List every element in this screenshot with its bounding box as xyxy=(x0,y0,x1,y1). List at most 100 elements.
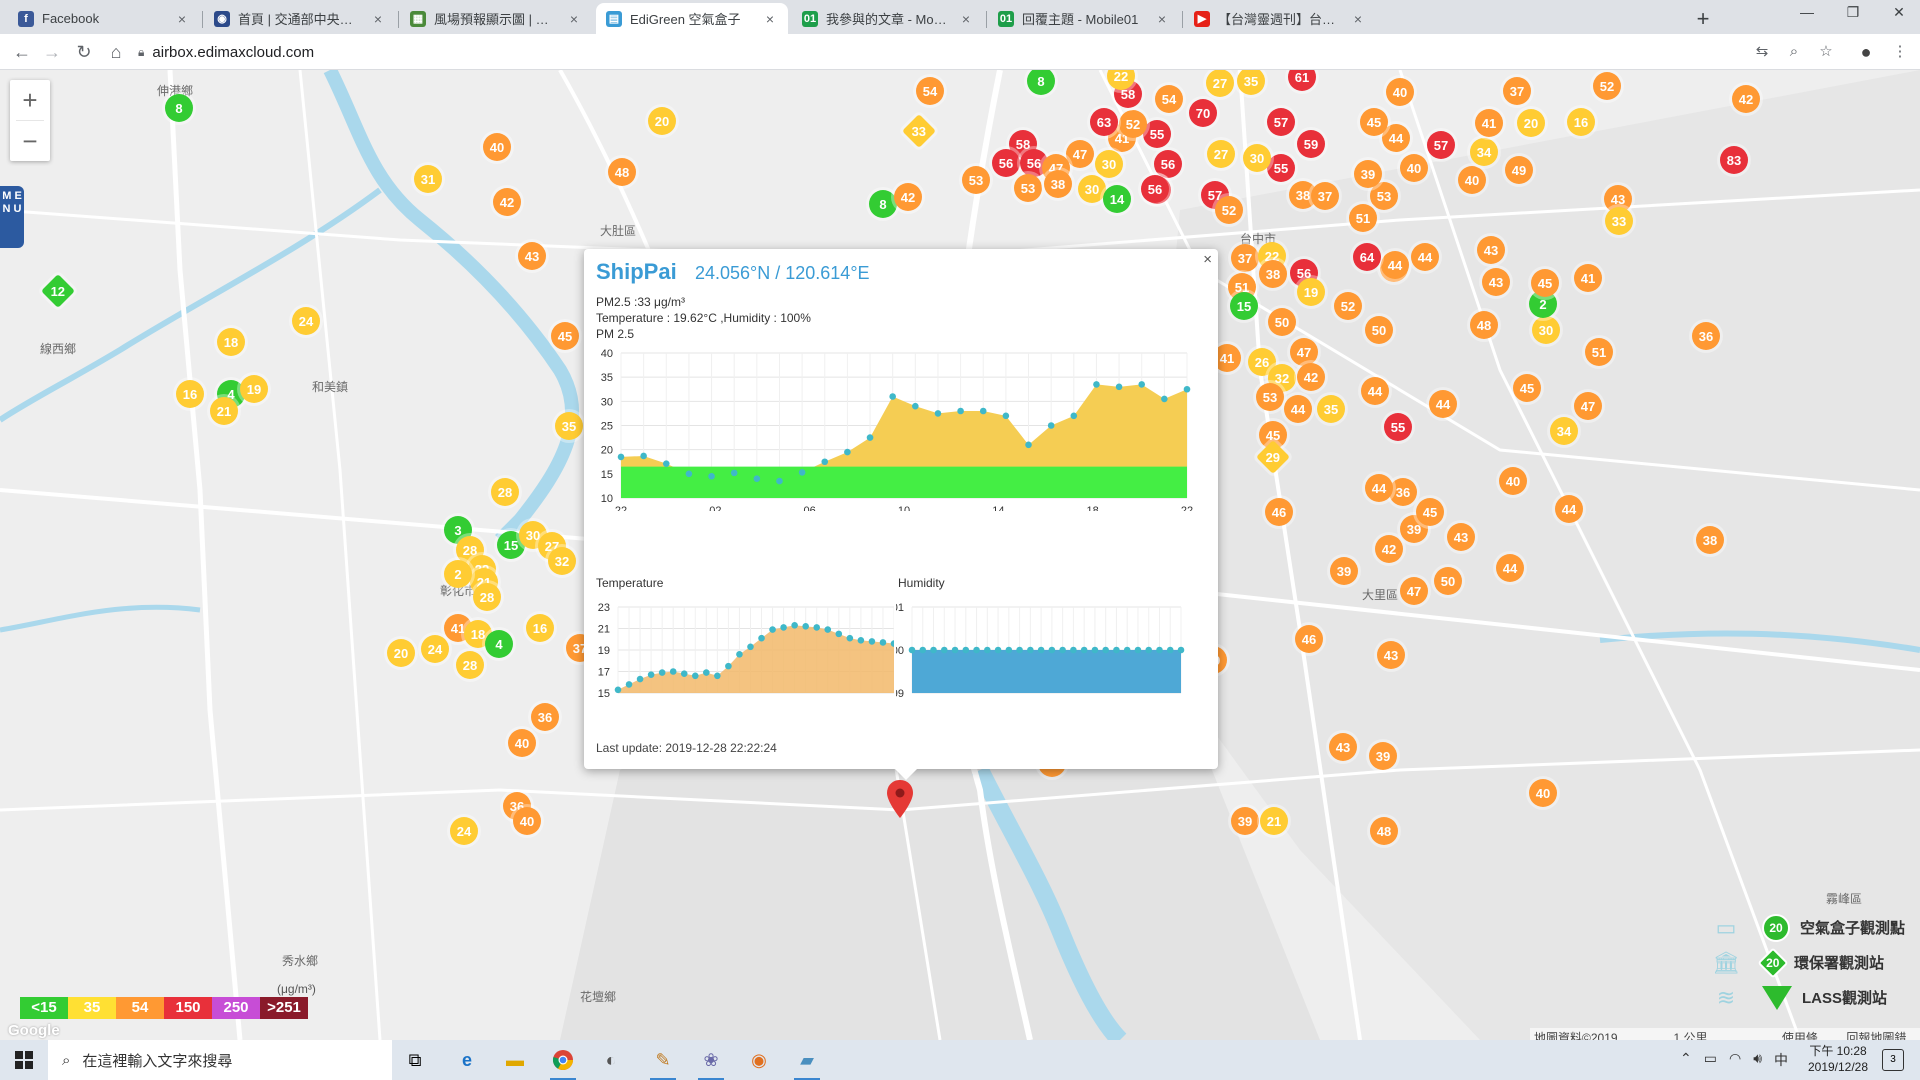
maximize-button[interactable]: ❐ xyxy=(1830,4,1876,26)
airbox-marker[interactable]: 36 xyxy=(531,703,559,731)
airbox-marker[interactable]: 56 xyxy=(992,149,1020,177)
airbox-marker[interactable]: 45 xyxy=(1360,108,1388,136)
airbox-marker[interactable]: 50 xyxy=(1365,316,1393,344)
tab-1[interactable]: ◉ 首頁 | 交通部中央氣象局 × xyxy=(204,3,396,34)
zoom-icon[interactable]: ⌕ xyxy=(1784,42,1804,62)
airbox-marker[interactable]: 45 xyxy=(1513,374,1541,402)
airbox-marker[interactable]: 20 xyxy=(1517,109,1545,137)
airbox-marker[interactable]: 34 xyxy=(1470,138,1498,166)
airbox-marker[interactable]: 48 xyxy=(608,158,636,186)
airbox-marker[interactable]: 55 xyxy=(1143,120,1171,148)
airbox-marker[interactable]: 42 xyxy=(1297,363,1325,391)
airbox-marker[interactable]: 63 xyxy=(1090,108,1118,136)
tab-close-icon[interactable]: × xyxy=(958,11,974,27)
airbox-marker[interactable]: 43 xyxy=(1377,641,1405,669)
airbox-marker[interactable]: 44 xyxy=(1381,251,1409,279)
airbox-marker[interactable]: 15 xyxy=(1230,292,1258,320)
airbox-marker[interactable]: 55 xyxy=(1384,413,1412,441)
airbox-marker[interactable]: 30 xyxy=(1532,316,1560,344)
tab-close-icon[interactable]: × xyxy=(566,11,582,27)
airbox-marker[interactable]: 30 xyxy=(1243,144,1271,172)
volume-icon[interactable]: 🔊︎ xyxy=(1753,1050,1762,1070)
taskbar-clock[interactable]: 下午 10:28 2019/12/28 xyxy=(1798,1043,1878,1075)
airbox-marker[interactable]: 59 xyxy=(1297,130,1325,158)
airbox-marker[interactable]: 42 xyxy=(894,183,922,211)
airbox-marker[interactable]: 16 xyxy=(526,614,554,642)
airbox-marker[interactable]: 32 xyxy=(548,547,576,575)
tab-5[interactable]: 01 回覆主題 - Mobile01 × xyxy=(988,3,1180,34)
file-explorer-icon[interactable]: ▬ xyxy=(500,1046,530,1074)
airbox-marker[interactable]: 41 xyxy=(1574,264,1602,292)
airbox-marker[interactable]: 31 xyxy=(414,165,442,193)
airbox-marker[interactable]: 37 xyxy=(1311,182,1339,210)
tab-3[interactable]: ▤ EdiGreen 空氣盒子 × xyxy=(596,3,788,34)
airbox-marker[interactable]: 39 xyxy=(1354,160,1382,188)
airbox-marker[interactable]: 38 xyxy=(1696,526,1724,554)
airbox-marker[interactable]: 41 xyxy=(1475,109,1503,137)
edge-browser-icon[interactable]: e xyxy=(452,1046,482,1074)
airbox-marker[interactable]: 50 xyxy=(1268,308,1296,336)
airbox-marker[interactable]: 42 xyxy=(493,188,521,216)
airbox-marker[interactable]: 14 xyxy=(1103,185,1131,213)
airbox-marker[interactable]: 38 xyxy=(1259,260,1287,288)
airbox-marker[interactable]: 36 xyxy=(1692,322,1720,350)
airbox-marker[interactable]: 43 xyxy=(1477,236,1505,264)
airbox-marker[interactable]: 42 xyxy=(1732,85,1760,113)
airbox-marker[interactable]: 8 xyxy=(165,94,193,122)
airbox-marker[interactable]: 42 xyxy=(1375,535,1403,563)
airbox-marker[interactable]: 40 xyxy=(513,807,541,835)
terms-link[interactable]: 使用條款 xyxy=(1782,1029,1828,1040)
battery-icon[interactable]: ▭ xyxy=(1704,1050,1717,1070)
airbox-marker[interactable]: 2 xyxy=(444,560,472,588)
tab-close-icon[interactable]: × xyxy=(1154,11,1170,27)
airbox-marker[interactable]: 40 xyxy=(1529,779,1557,807)
translate-icon[interactable]: ⇆ xyxy=(1752,42,1772,62)
airbox-marker[interactable]: 70 xyxy=(1189,99,1217,127)
airbox-marker[interactable]: 56 xyxy=(1141,175,1169,203)
menu-tab[interactable]: M E N U xyxy=(0,186,24,248)
bookmark-star-icon[interactable]: ☆ xyxy=(1816,42,1836,62)
airbox-marker[interactable]: 21 xyxy=(1260,807,1288,835)
airbox-marker[interactable]: 8 xyxy=(869,190,897,218)
airbox-marker[interactable]: 34 xyxy=(1550,417,1578,445)
airbox-marker[interactable]: 57 xyxy=(1427,131,1455,159)
airbox-marker[interactable]: 27 xyxy=(1206,70,1234,97)
airbox-marker[interactable]: 44 xyxy=(1284,395,1312,423)
airbox-marker[interactable]: 55 xyxy=(1267,154,1295,182)
airbox-marker[interactable]: 36 xyxy=(1389,478,1417,506)
airbox-marker[interactable]: 54 xyxy=(1155,85,1183,113)
taskbar-search-box[interactable]: ⌕ 在這裡輸入文字來搜尋 xyxy=(48,1040,392,1080)
airbox-marker[interactable]: 19 xyxy=(1297,278,1325,306)
airbox-marker[interactable]: 27 xyxy=(1207,140,1235,168)
airbox-marker[interactable]: 39 xyxy=(1231,807,1259,835)
notification-center-icon[interactable]: 3 xyxy=(1882,1049,1904,1071)
airbox-marker[interactable]: 30 xyxy=(1095,150,1123,178)
airbox-marker[interactable]: 47 xyxy=(1574,392,1602,420)
airbox-marker[interactable]: 24 xyxy=(421,635,449,663)
forward-arrow-icon[interactable]: → xyxy=(40,40,64,64)
tab-close-icon[interactable]: × xyxy=(762,11,778,27)
airbox-marker[interactable]: 52 xyxy=(1119,110,1147,138)
airbox-marker[interactable]: 44 xyxy=(1365,474,1393,502)
airbox-marker[interactable]: 83 xyxy=(1720,146,1748,174)
airbox-marker[interactable]: 44 xyxy=(1429,390,1457,418)
new-tab-button[interactable]: + xyxy=(1690,6,1716,32)
airbox-marker[interactable]: 44 xyxy=(1496,554,1524,582)
airbox-marker[interactable]: 47 xyxy=(1400,577,1428,605)
airbox-marker[interactable]: 43 xyxy=(1447,523,1475,551)
tray-expand-icon[interactable]: ⌃ xyxy=(1680,1050,1692,1070)
airbox-marker[interactable]: 48 xyxy=(1370,817,1398,845)
airbox-marker[interactable]: 16 xyxy=(176,380,204,408)
profile-avatar-icon[interactable]: ● xyxy=(1856,42,1876,62)
tab-0[interactable]: f Facebook × xyxy=(8,3,200,34)
airbox-marker[interactable]: 52 xyxy=(1215,196,1243,224)
airbox-marker[interactable]: 30 xyxy=(1078,175,1106,203)
close-window-button[interactable]: ✕ xyxy=(1876,4,1920,26)
wifi-icon[interactable]: ◠ xyxy=(1729,1050,1741,1070)
pm25-chart[interactable]: 10 15 20 25 30 35 40 22 02 06 10 14 18 22 xyxy=(584,341,1218,511)
app-icon-1[interactable]: ◐ xyxy=(596,1046,626,1074)
tab-2[interactable]: ▦ 風場預報顯示圖 | 交通部中央氣象局 × xyxy=(400,3,592,34)
airbox-marker[interactable]: 40 xyxy=(508,729,536,757)
airbox-marker[interactable]: 18 xyxy=(217,328,245,356)
airbox-marker[interactable]: 44 xyxy=(1555,495,1583,523)
